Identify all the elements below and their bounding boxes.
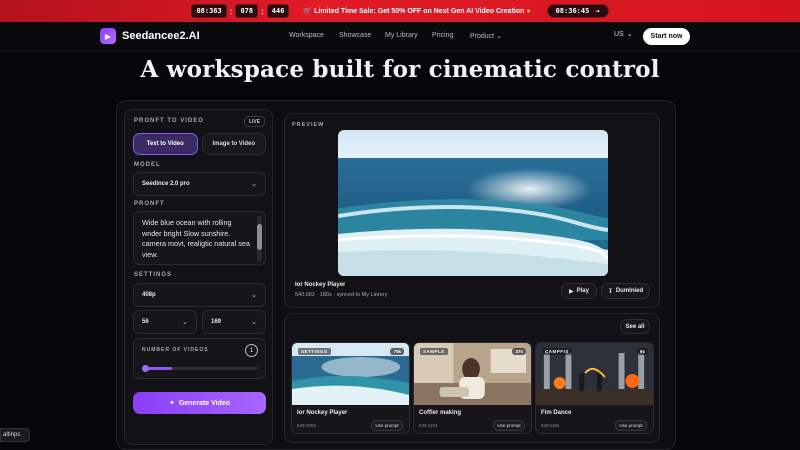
card-duration: 37s	[512, 348, 526, 355]
text-to-video-tab[interactable]: Text to Video	[133, 133, 198, 155]
card-title: Coffier making	[419, 410, 462, 416]
use-prompt-button[interactable]: Use prompt	[371, 420, 403, 431]
play-label: Play	[576, 288, 589, 294]
ratio-select[interactable]: 169 ⌄	[202, 310, 266, 334]
nav-menu: Workspace Showcase My Library Pricing Pr…	[289, 32, 502, 40]
model-value: Seedince 2.0 pro	[142, 181, 190, 187]
prompt-label: PRONFT	[134, 201, 165, 207]
generate-label: Generate Video	[178, 399, 231, 407]
generate-video-button[interactable]: ✦ Generate Video	[133, 392, 266, 414]
gallery-card[interactable]: CAMPFIS 9s Fim Dance 540:1165 Use prompt	[535, 342, 654, 434]
promo-label: Limited Time Sale: Get 50% OFF on Next G…	[314, 8, 525, 15]
image-to-video-tab[interactable]: Image to Video	[201, 133, 266, 155]
promo-text[interactable]: 🛒 Limited Time Sale: Get 50% OFF on Next…	[303, 7, 530, 15]
resolution-select[interactable]: 408p ⌄	[133, 283, 266, 307]
ocean-wave-image	[338, 130, 608, 276]
use-prompt-button[interactable]: Use prompt	[493, 420, 525, 431]
timer-box: 08:363	[191, 4, 227, 18]
play-icon: ▶	[569, 288, 574, 295]
chevron-down-icon: ⌄	[251, 319, 257, 326]
card-title: Ior Nockey Player	[297, 410, 348, 416]
prompt-scrollbar[interactable]	[257, 216, 262, 262]
number-of-videos-value[interactable]: 1	[245, 344, 258, 357]
preview-label: PREVIEW	[292, 122, 325, 128]
see-all-button[interactable]: See all	[620, 319, 650, 334]
use-prompt-button[interactable]: Use prompt	[615, 420, 647, 431]
card-tag: SETTINGS	[298, 348, 331, 355]
gallery-card[interactable]: SAMPLE 37s Coffier making 540:1163 Use p…	[413, 342, 532, 434]
chevron-down-icon: ⌄	[496, 33, 502, 40]
number-of-videos-box	[133, 338, 266, 379]
top-nav: ▶ Seedancee2.AI Workspace Showcase My Li…	[0, 22, 800, 52]
chevron-down-icon: ⌄	[251, 181, 257, 188]
preview-video[interactable]	[338, 130, 608, 276]
download-icon: ↧	[607, 288, 613, 295]
resolution-value: 408p	[142, 292, 156, 298]
chevron-down-icon: ⌄	[626, 31, 633, 38]
section-label: PRONFT TO VIDEO	[134, 118, 204, 124]
card-tag: SAMPLE	[420, 348, 448, 355]
card-duration: 70k	[390, 348, 404, 355]
nav-showcase[interactable]: Showcase	[339, 32, 385, 40]
timer-box: 446	[266, 4, 290, 18]
slider-handle[interactable]	[142, 365, 149, 372]
nav-workspace[interactable]: Workspace	[289, 32, 339, 40]
brand-logo[interactable]: ▶ Seedancee2.AI	[100, 28, 200, 44]
download-button[interactable]: ↧ Dumlnied	[601, 283, 650, 299]
download-label: Dumlnied	[615, 288, 644, 294]
cart-icon: 🛒	[303, 8, 313, 15]
brand-name: Seedancee2.AI	[122, 30, 200, 42]
promo-timer: 08:363 : 078 : 446	[191, 4, 290, 18]
nav-product-label: Product	[470, 33, 495, 40]
number-of-videos-label: NUMBER OF VIDEOS	[142, 347, 209, 353]
scrollbar-thumb[interactable]	[257, 224, 262, 250]
card-meta: 540:1050	[297, 423, 316, 428]
chevron-down-icon: ⌄	[251, 292, 257, 299]
preview-title: Ior Nockey Player	[295, 282, 346, 288]
card-meta: 540:1163	[419, 423, 438, 428]
language-value: US	[614, 30, 624, 38]
card-meta: 540:1165	[541, 423, 560, 428]
countdown-value: 08:36:45	[555, 7, 590, 15]
prompt-text: Wide blue ocean with rolling wnder brigh…	[142, 218, 250, 259]
model-label: MODEL	[134, 162, 161, 168]
play-logo-icon: ▶	[100, 28, 116, 44]
arrow-right-icon: →	[595, 7, 600, 15]
card-tag: CAMPFIS	[542, 348, 572, 355]
duration-value: 56	[142, 319, 149, 325]
chevron-down-icon: ⌄	[182, 319, 188, 326]
language-select[interactable]: US ⌄	[614, 30, 633, 39]
timer-box: 078	[235, 4, 259, 18]
sparkle-icon: ✦	[168, 400, 175, 407]
card-duration: 9s	[636, 348, 648, 355]
prompt-textarea[interactable]: Wide blue ocean with rolling wnder brigh…	[133, 211, 266, 265]
fire-icon: ●	[526, 8, 531, 15]
start-now-button[interactable]: Start now	[643, 28, 690, 45]
gallery-card[interactable]: SETTINGS 70k Ior Nockey Player 540:1050 …	[291, 342, 410, 434]
promo-bar: 08:363 : 078 : 446 🛒 Limited Time Sale: …	[0, 0, 800, 22]
card-title: Fim Dance	[541, 410, 572, 416]
play-button[interactable]: ▶ Play	[561, 283, 597, 299]
nav-my-library[interactable]: My Library	[385, 32, 432, 40]
duration-select[interactable]: 56 ⌄	[133, 310, 197, 334]
nav-product[interactable]: Product ⌄	[470, 32, 502, 40]
countdown-pill[interactable]: 08:36:45 →	[546, 4, 609, 18]
mode-toggle: Text to Video Image to Video	[133, 133, 266, 155]
videos-slider[interactable]	[143, 367, 258, 370]
corner-tab[interactable]: altinpc	[0, 428, 30, 442]
ratio-value: 169	[211, 319, 222, 325]
hero-title: A workspace built for cinematic control	[140, 56, 660, 83]
model-select[interactable]: Seedince 2.0 pro ⌄	[133, 172, 266, 196]
settings-label: SETTINGS	[134, 272, 173, 278]
preview-meta: 540.682 · 180s · synced to My Linrery	[295, 292, 388, 298]
nav-pricing[interactable]: Pricing	[432, 32, 470, 40]
live-badge: LIVE	[244, 116, 265, 127]
